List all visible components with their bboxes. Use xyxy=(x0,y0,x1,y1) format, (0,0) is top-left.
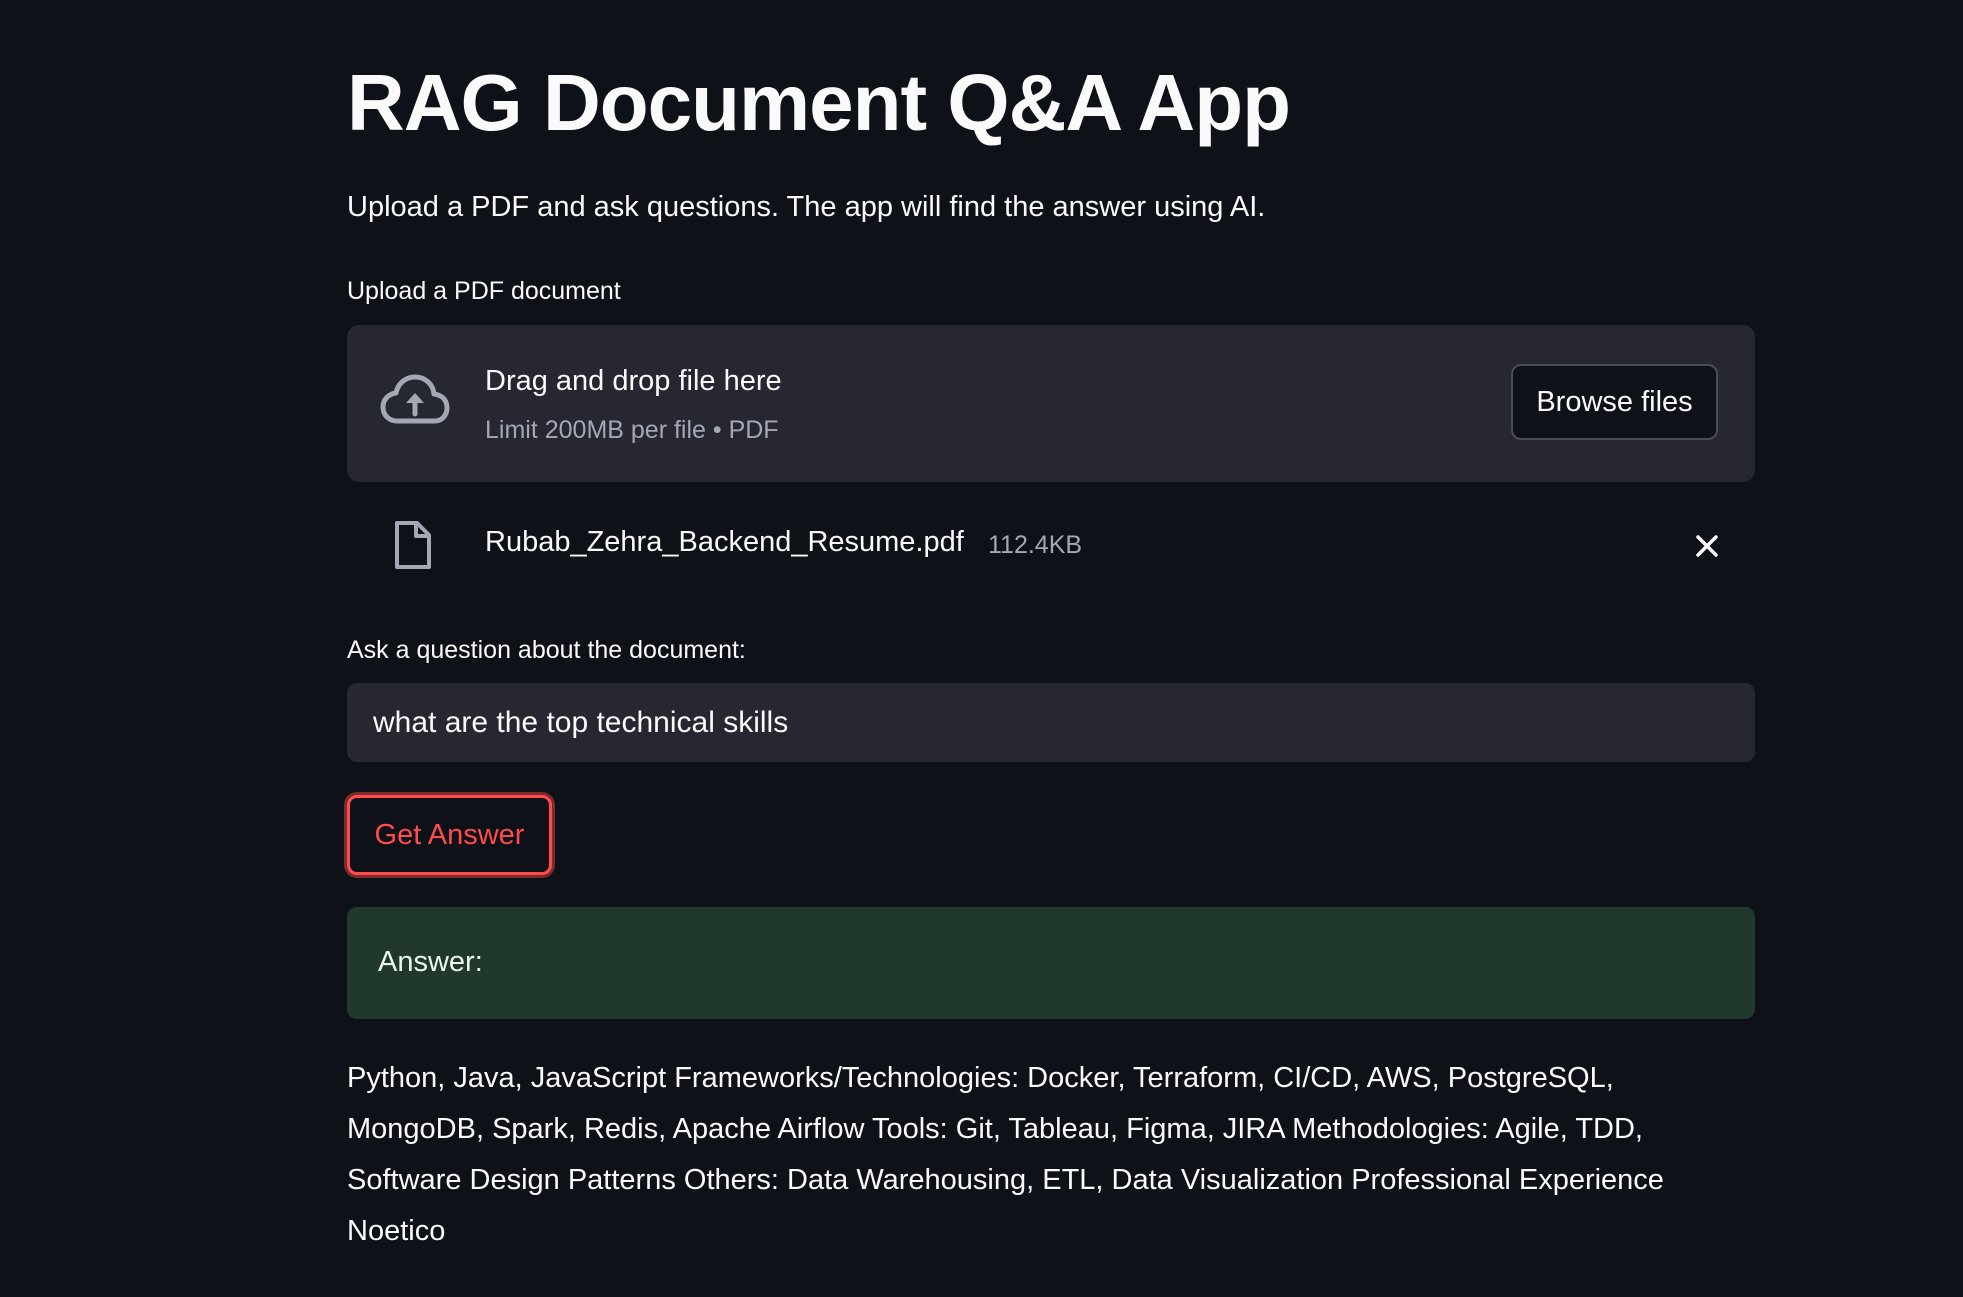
file-dropzone[interactable]: Drag and drop file here Limit 200MB per … xyxy=(347,325,1755,482)
page-subtitle: Upload a PDF and ask questions. The app … xyxy=(347,191,1266,223)
answer-text: Python, Java, JavaScript Frameworks/Tech… xyxy=(347,1062,1664,1247)
cloud-upload-icon xyxy=(380,374,450,424)
answer-success-alert: Answer: xyxy=(347,907,1755,1019)
uploader-label: Upload a PDF document xyxy=(347,277,621,305)
file-icon xyxy=(395,521,431,569)
page-title: RAG Document Q&A App xyxy=(347,58,1291,147)
dropzone-title: Drag and drop file here xyxy=(485,365,782,397)
uploaded-file-name: Rubab_Zehra_Backend_Resume.pdf xyxy=(485,526,964,558)
dropzone-limit: Limit 200MB per file • PDF xyxy=(485,416,779,444)
answer-heading: Answer: xyxy=(378,946,483,978)
uploaded-file-size: 112.4KB xyxy=(988,531,1083,559)
question-label: Ask a question about the document: xyxy=(347,636,746,664)
uploaded-file-row: Rubab_Zehra_Backend_Resume.pdf 112.4KB xyxy=(347,502,1755,590)
question-input[interactable] xyxy=(347,683,1755,762)
get-answer-button[interactable]: Get Answer xyxy=(347,795,552,875)
browse-files-button[interactable]: Browse files xyxy=(1511,364,1718,440)
close-icon[interactable] xyxy=(1687,526,1727,566)
